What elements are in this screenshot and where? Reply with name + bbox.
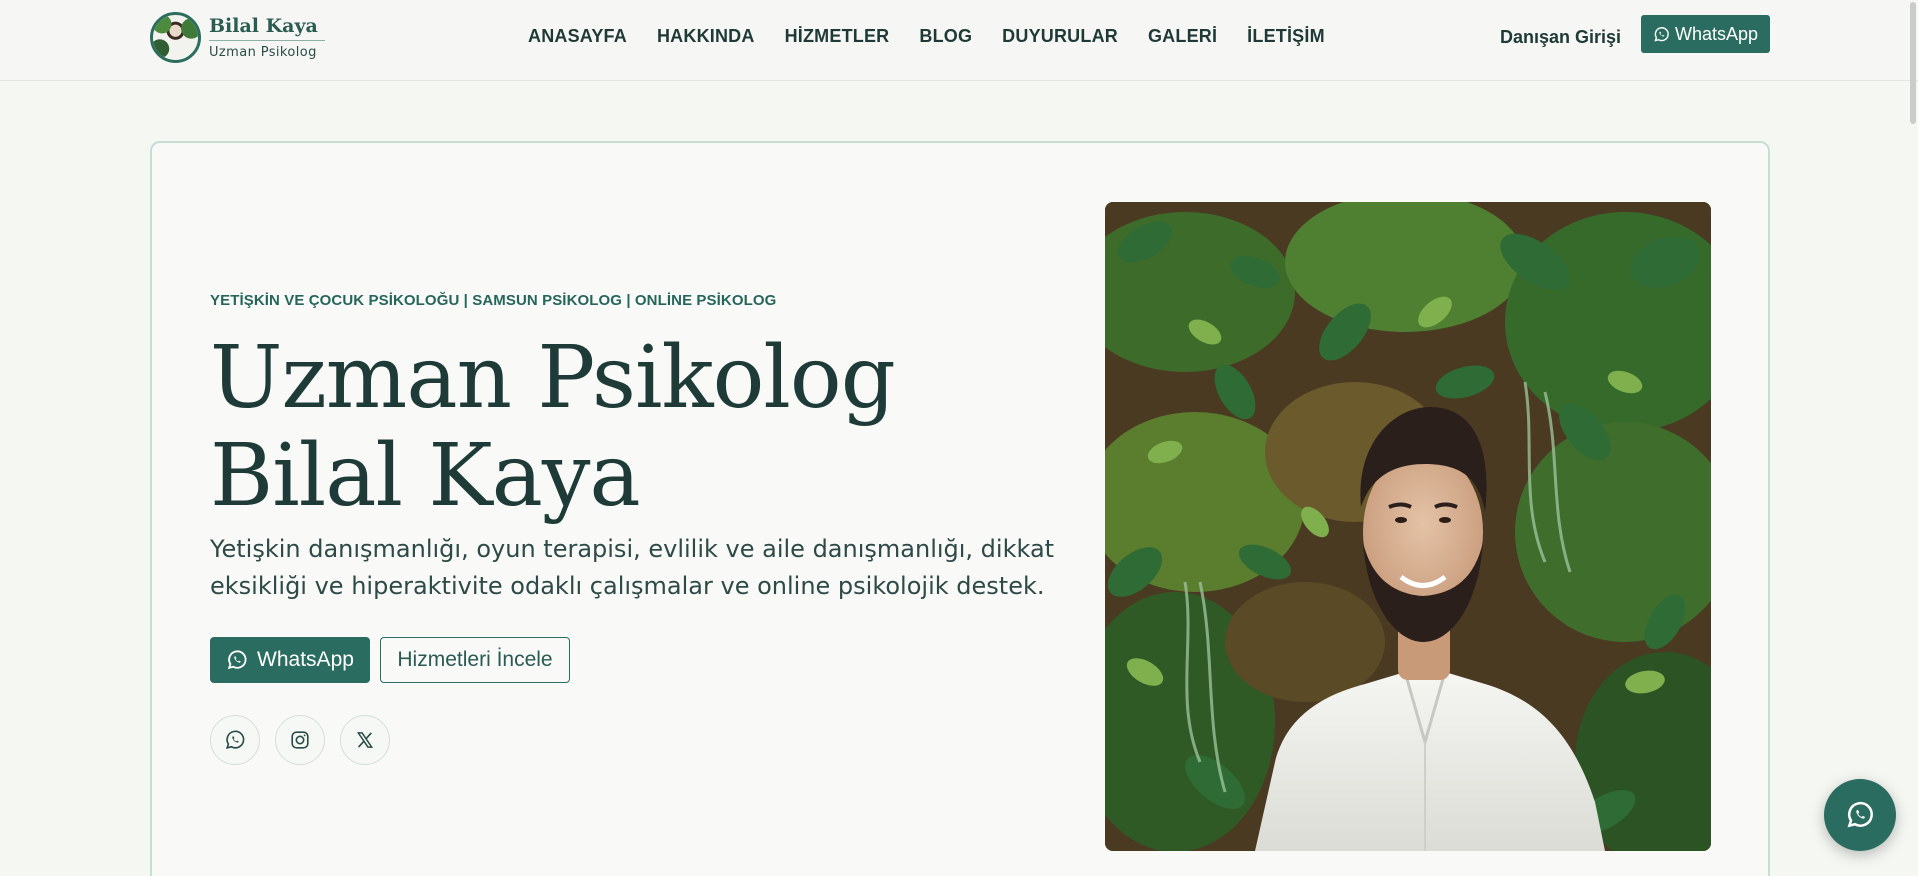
brand-subtitle: Uzman Psikolog: [209, 45, 317, 60]
whatsapp-icon: [227, 650, 247, 670]
brand-logo[interactable]: Bilal Kaya Uzman Psikolog: [150, 12, 325, 63]
header-whatsapp-label: WhatsApp: [1674, 23, 1759, 44]
whatsapp-button-label: WhatsApp: [257, 648, 354, 671]
nav-item-home[interactable]: ANASAYFA: [528, 26, 627, 47]
x-icon: [356, 732, 374, 748]
social-x-link[interactable]: [340, 715, 390, 765]
photo-illustration: [1105, 202, 1711, 851]
site-header: Bilal Kaya Uzman Psikolog ANASAYFA HAKKI…: [0, 0, 1918, 81]
avatar: [150, 12, 201, 63]
hero-eyebrow: YETİŞKİN VE ÇOCUK PSİKOLOĞU | SAMSUN PSİ…: [210, 292, 777, 309]
nav-item-contact[interactable]: İLETİŞİM: [1247, 26, 1325, 47]
hero-card: YETİŞKİN VE ÇOCUK PSİKOLOĞU | SAMSUN PSİ…: [150, 141, 1770, 876]
psychologist-photo: [1105, 202, 1711, 851]
nav-item-blog[interactable]: BLOG: [919, 26, 972, 47]
social-instagram-link[interactable]: [275, 715, 325, 765]
whatsapp-icon: [225, 730, 245, 749]
nav-item-services[interactable]: HİZMETLER: [785, 26, 890, 47]
header-whatsapp-button[interactable]: WhatsApp: [1641, 15, 1770, 53]
social-whatsapp-link[interactable]: [210, 715, 260, 765]
nav-item-announcements[interactable]: DUYURULAR: [1002, 26, 1118, 47]
hero-title: Uzman Psikolog Bilal Kaya: [210, 328, 896, 526]
whatsapp-icon: [1847, 801, 1873, 828]
hero-lead: Yetişkin danışmanlığı, oyun terapisi, ev…: [210, 535, 1055, 600]
client-login-link[interactable]: Danışan Girişi: [1500, 27, 1621, 48]
main-nav: ANASAYFA HAKKINDA HİZMETLER BLOG DUYURUL…: [528, 26, 1355, 47]
whatsapp-icon: [1654, 26, 1669, 42]
nav-item-gallery[interactable]: GALERİ: [1148, 26, 1217, 47]
services-button[interactable]: Hizmetleri İncele: [380, 637, 570, 683]
nav-item-about[interactable]: HAKKINDA: [657, 26, 755, 47]
floating-whatsapp-button[interactable]: [1824, 779, 1896, 851]
instagram-icon: [291, 731, 309, 749]
scrollbar-thumb[interactable]: [1910, 2, 1916, 124]
brand-name: Bilal Kaya: [209, 15, 325, 41]
whatsapp-button[interactable]: WhatsApp: [210, 637, 370, 683]
brand-text: Bilal Kaya Uzman Psikolog: [209, 15, 325, 60]
